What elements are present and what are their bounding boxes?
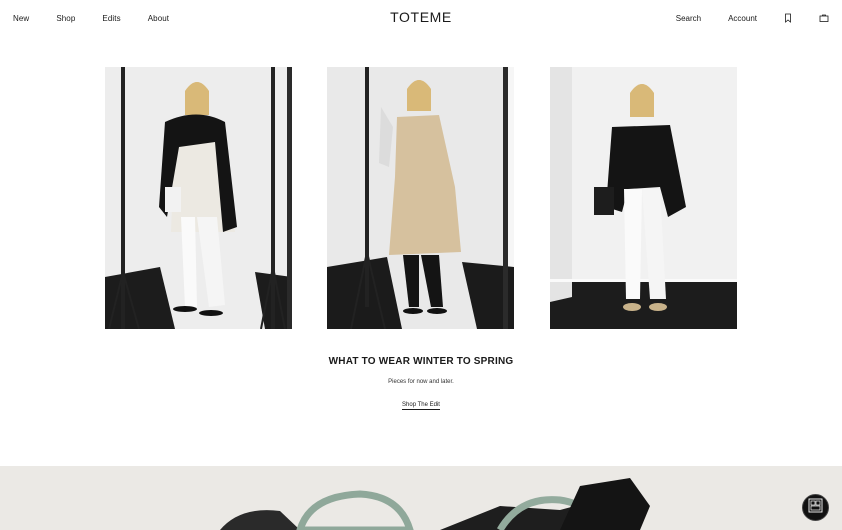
site-header: New Shop Edits About TOTEME Search Accou…: [0, 0, 842, 40]
editorial-photo-1[interactable]: [105, 67, 292, 329]
search-link[interactable]: Search: [676, 14, 701, 23]
edit-title: WHAT TO WEAR WINTER TO SPRING: [328, 356, 514, 367]
utility-nav: Search Account: [676, 13, 829, 23]
chat-widget-icon: [808, 498, 823, 518]
edit-subtitle: Pieces for now and later.: [388, 379, 454, 385]
shopping-bag-icon[interactable]: [819, 13, 829, 23]
edit-cta: Shop The Edit: [0, 402, 842, 410]
editorial-photo-2[interactable]: [327, 67, 514, 329]
chat-widget-button[interactable]: [802, 494, 829, 521]
editorial-photo-3[interactable]: [550, 67, 737, 329]
shop-the-edit-link[interactable]: Shop The Edit: [402, 402, 440, 410]
account-link[interactable]: Account: [728, 14, 757, 23]
bookmark-icon[interactable]: [783, 13, 793, 23]
hero-banner-bag[interactable]: [0, 466, 842, 530]
editorial-photos: [105, 67, 737, 329]
